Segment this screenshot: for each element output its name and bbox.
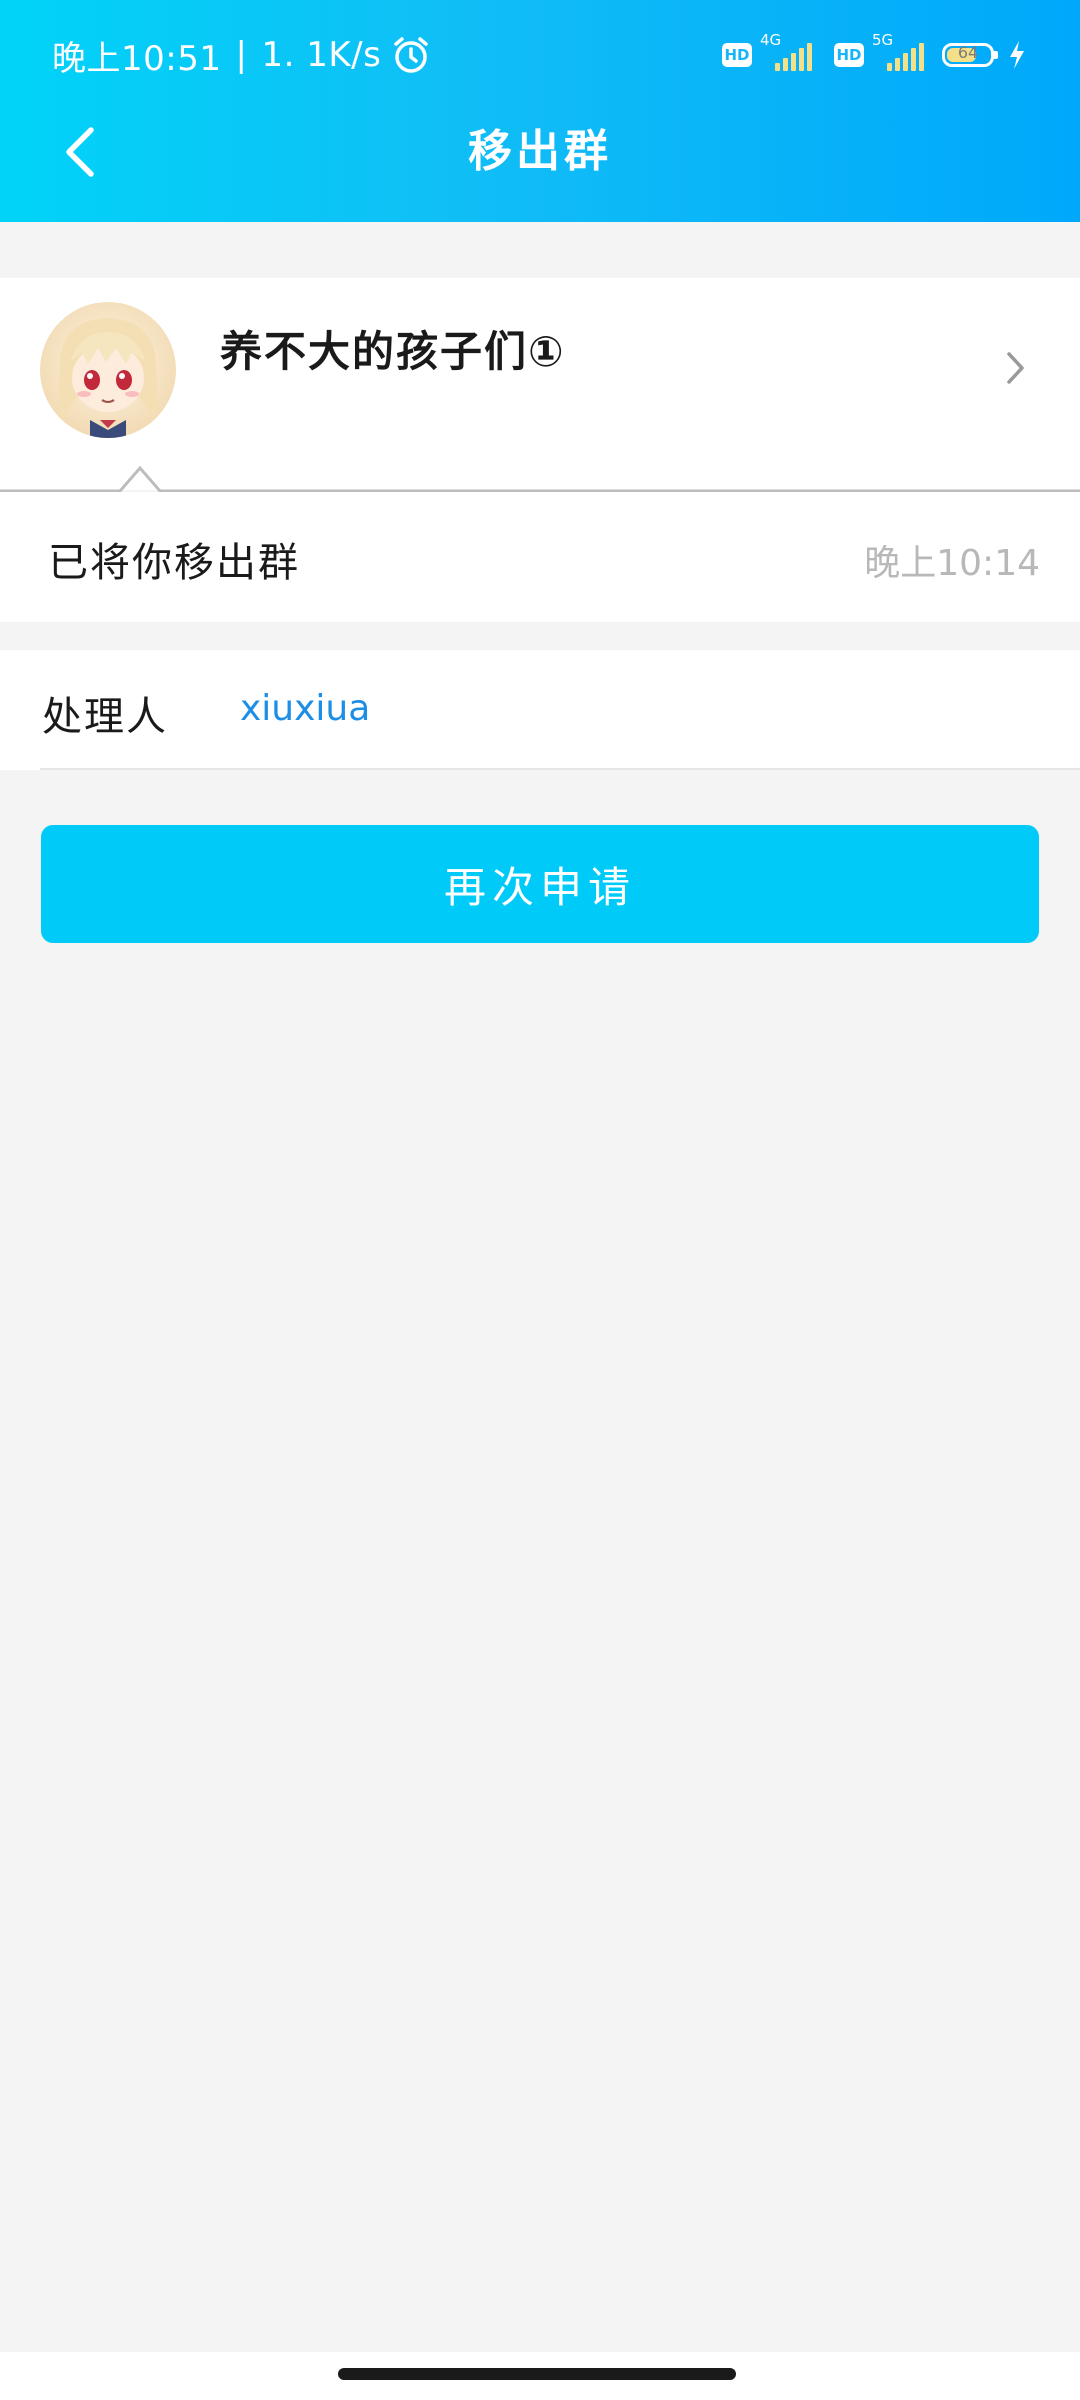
notice-text: 已将你移出群 xyxy=(48,540,300,586)
group-avatar xyxy=(40,302,176,438)
status-time: 晚上10:51 xyxy=(52,38,222,79)
signal-icon-sim1: 4G xyxy=(760,31,812,75)
charging-icon xyxy=(1008,40,1026,70)
status-net-speed: 1. 1K/s xyxy=(261,35,382,75)
battery-icon: 64 xyxy=(942,43,998,67)
handler-label: 处理人 xyxy=(42,694,168,740)
app-header: 晚上10:51 | 1. 1K/s HD 4G HD 5G 64 移出群 xyxy=(0,0,1080,222)
hd-badge-sim1: HD xyxy=(722,43,752,67)
group-card[interactable]: 养不大的孩子们① xyxy=(0,278,1080,490)
chevron-right-icon xyxy=(1000,348,1030,388)
battery-level: 64 xyxy=(957,43,979,62)
handler-name-link[interactable]: xiuxiua xyxy=(240,688,370,729)
group-name: 养不大的孩子们① xyxy=(220,327,566,376)
notice-row: 已将你移出群 晚上10:14 xyxy=(0,492,1080,622)
status-bar: 晚上10:51 | 1. 1K/s HD 4G HD 5G 64 xyxy=(0,0,1080,110)
hd-badge-sim2: HD xyxy=(834,43,864,67)
home-indicator[interactable] xyxy=(338,2368,736,2380)
status-right: HD 4G HD 5G 64 xyxy=(722,31,1026,78)
reapply-button[interactable]: 再次申请 xyxy=(41,825,1039,943)
status-left: 晚上10:51 | 1. 1K/s xyxy=(52,30,431,80)
notice-time: 晚上10:14 xyxy=(864,543,1040,584)
handler-row: 处理人 xiuxiua xyxy=(0,650,1080,770)
status-separator: | xyxy=(235,35,248,75)
divider-pointer xyxy=(0,460,1080,494)
page-title: 移出群 xyxy=(468,126,612,177)
alarm-icon xyxy=(391,35,431,75)
signal-icon-sim2: 5G xyxy=(872,31,924,75)
row-divider xyxy=(40,768,1080,770)
